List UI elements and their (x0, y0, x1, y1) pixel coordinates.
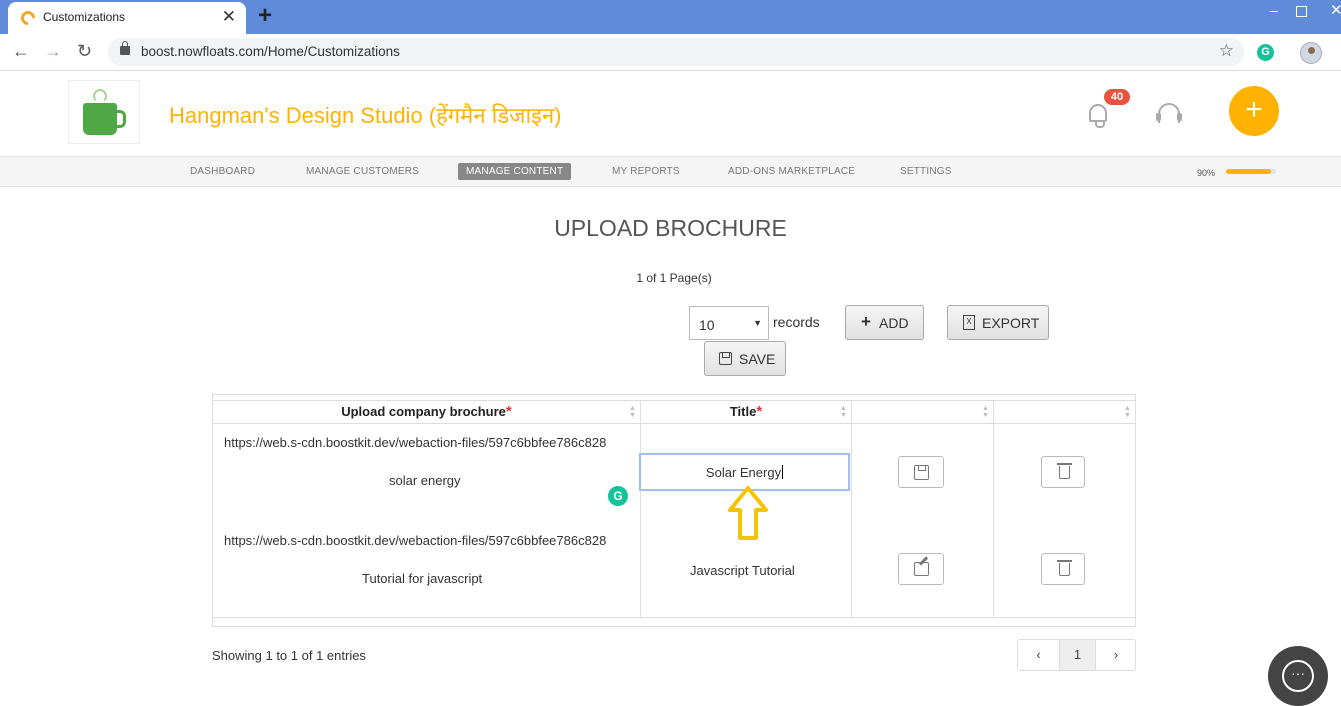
pagination-page-1[interactable]: 1 (1060, 640, 1096, 670)
pagination-prev-button[interactable]: ‹ (1018, 640, 1060, 670)
row1-url[interactable]: https://web.s-cdn.boostkit.dev/webaction… (224, 435, 606, 450)
records-select-value: 10 (699, 317, 715, 333)
nav-addons-marketplace[interactable]: ADD-ONS MARKETPLACE (728, 166, 855, 177)
bookmark-star-icon[interactable]: ☆ (1219, 41, 1234, 61)
window-close-button[interactable]: ✕ (1330, 1, 1341, 19)
add-button-label: ADD (879, 315, 909, 331)
chat-ellipsis-icon: ··· (1282, 660, 1314, 692)
browser-toolbar: ← → ↻ boost.nowfloats.com/Home/Customiza… (0, 34, 1341, 71)
row2-title: Javascript Tutorial (690, 563, 795, 578)
row2-edit-button[interactable] (898, 553, 944, 585)
add-button[interactable]: + ADD (845, 305, 924, 340)
annotation-up-arrow-icon (728, 486, 768, 540)
trash-icon (1057, 560, 1072, 576)
select-caret-icon: ▼ (753, 318, 762, 328)
save-icon (914, 465, 929, 480)
lock-icon (120, 41, 130, 55)
steam-icon (93, 89, 107, 103)
records-label: records (773, 314, 820, 330)
app-header: Hangman's Design Studio (हेंगमैन डिजाइन)… (0, 72, 1341, 156)
row1-description: solar energy (389, 473, 461, 488)
plus-icon: + (861, 312, 871, 331)
profile-progress-bar (1226, 169, 1276, 174)
bell-icon[interactable] (1089, 104, 1107, 128)
edit-icon (914, 562, 929, 576)
row1-delete-button[interactable] (1041, 456, 1085, 488)
excel-file-icon: X (963, 315, 975, 330)
back-button[interactable]: ← (12, 40, 30, 62)
entries-info: Showing 1 to 1 of 1 entries (212, 648, 366, 663)
window-minimize-button[interactable]: ‒ (1270, 2, 1278, 18)
nav-manage-customers[interactable]: MANAGE CUSTOMERS (306, 166, 419, 177)
tab-title: Customizations (43, 10, 126, 24)
nav-settings[interactable]: SETTINGS (900, 166, 952, 177)
brand-name: Hangman's Design Studio (हेंगमैन डिजाइन) (169, 103, 562, 128)
window-maximize-button[interactable] (1296, 6, 1307, 17)
new-tab-button[interactable]: + (258, 3, 272, 29)
trash-icon (1057, 463, 1072, 479)
reload-button[interactable]: ↻ (77, 40, 92, 62)
save-button[interactable]: SAVE (704, 341, 786, 376)
export-button[interactable]: X EXPORT (947, 305, 1049, 340)
profile-progress-label: 90% (1197, 168, 1216, 178)
grammarly-icon[interactable]: G (608, 486, 628, 506)
chat-widget-button[interactable]: ··· (1268, 646, 1328, 706)
row1-title-value: Solar Energy (705, 465, 782, 480)
forward-button[interactable]: → (44, 40, 62, 62)
pagination: ‹ 1 › (1017, 639, 1136, 671)
favicon-icon (18, 8, 38, 28)
browser-titlebar: Customizations ✕ + ‒ ✕ (0, 0, 1341, 34)
grammarly-extension-icon[interactable]: G (1257, 44, 1274, 61)
text-cursor (782, 465, 784, 479)
add-fab-button[interactable]: + (1229, 86, 1279, 136)
row1-save-button[interactable] (898, 456, 944, 488)
address-bar[interactable]: boost.nowfloats.com/Home/Customizations … (108, 38, 1244, 66)
records-per-page-select[interactable]: 10 ▼ (689, 306, 769, 340)
notification-badge: 40 (1104, 89, 1130, 105)
nav-my-reports[interactable]: MY REPORTS (612, 166, 680, 177)
row2-delete-button[interactable] (1041, 553, 1085, 585)
nav-manage-content[interactable]: MANAGE CONTENT (458, 163, 572, 180)
profile-progress-fill (1226, 169, 1271, 174)
page-title: UPLOAD BROCHURE (554, 215, 787, 241)
brochure-table: Upload company brochure* ▲ ▼ Title* ▲ ▼ ▲ ▼… (212, 394, 1136, 627)
mug-icon (83, 103, 126, 135)
export-button-label: EXPORT (982, 315, 1040, 331)
browser-tab[interactable]: Customizations ✕ (8, 2, 246, 34)
tab-close-icon[interactable]: ✕ (222, 7, 236, 27)
profile-avatar[interactable] (1300, 42, 1322, 64)
page-info: 1 of 1 Page(s) (636, 271, 712, 285)
headset-support-icon[interactable] (1156, 103, 1182, 123)
brand-logo[interactable] (68, 80, 140, 144)
row2-url[interactable]: https://web.s-cdn.boostkit.dev/webaction… (224, 533, 606, 548)
floppy-disk-icon (719, 352, 732, 365)
row2-description: Tutorial for javascript (362, 571, 483, 586)
url-text[interactable]: boost.nowfloats.com/Home/Customizations (141, 44, 400, 59)
save-button-label: SAVE (739, 351, 776, 367)
table-body (213, 400, 1135, 618)
pagination-next-button[interactable]: › (1096, 640, 1136, 670)
nav-dashboard[interactable]: DASHBOARD (190, 166, 255, 177)
main-nav: DASHBOARD MANAGE CUSTOMERS MANAGE CONTEN… (0, 156, 1341, 187)
